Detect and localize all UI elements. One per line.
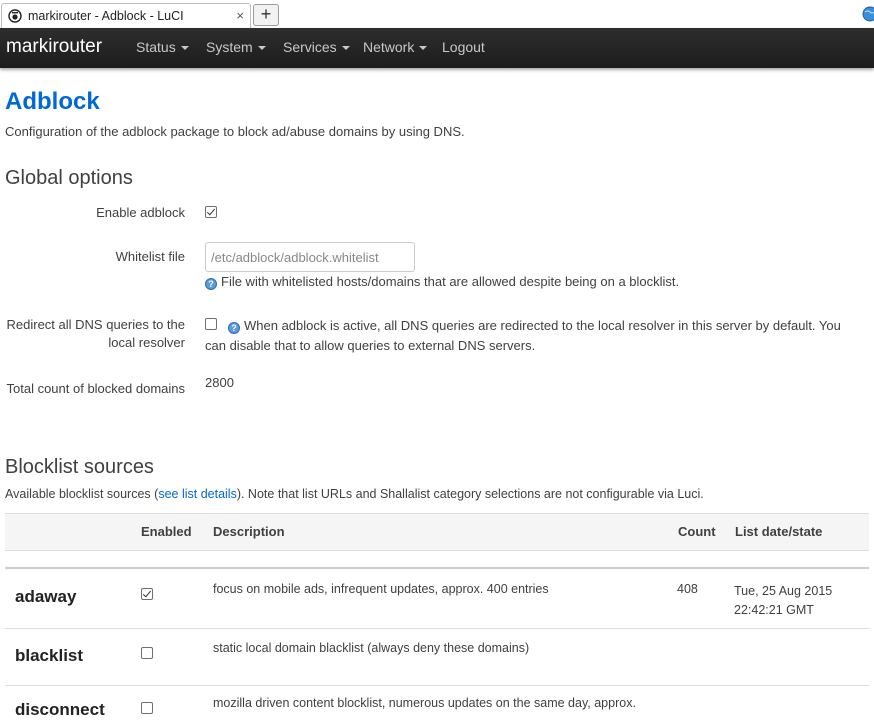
whitelist-help: ? File with whitelisted hosts/domains tha… xyxy=(205,272,679,292)
source-enabled-checkbox[interactable] xyxy=(141,588,153,600)
source-description: static local domain blacklist (always de… xyxy=(213,641,530,655)
row-divider xyxy=(5,567,869,569)
source-description: focus on mobile ads, infrequent updates,… xyxy=(213,582,549,596)
header-count: Count xyxy=(678,524,716,539)
table-header: Enabled Description Count List date/stat… xyxy=(5,513,869,551)
whitelist-file-label: Whitelist file xyxy=(115,249,185,264)
source-enabled-checkbox[interactable] xyxy=(141,647,153,659)
whitelist-file-input[interactable] xyxy=(205,242,415,272)
nav-services[interactable]: Services xyxy=(283,39,350,55)
enable-adblock-checkbox[interactable] xyxy=(205,206,217,218)
source-count: 408 xyxy=(677,582,698,596)
globe-icon[interactable] xyxy=(862,6,874,22)
luci-favicon-icon xyxy=(8,9,22,23)
see-list-details-link[interactable]: see list details xyxy=(158,487,237,501)
source-description: mozilla driven content blocklist, numero… xyxy=(213,696,636,710)
help-icon: ? xyxy=(205,278,217,290)
nav-logout[interactable]: Logout xyxy=(442,39,485,55)
blocked-count-value: 2800 xyxy=(205,375,234,390)
new-tab-button[interactable]: + xyxy=(253,4,279,26)
header-enabled: Enabled xyxy=(141,524,192,539)
source-name: adaway xyxy=(15,587,77,606)
source-name: disconnect xyxy=(15,700,105,719)
global-options-title: Global options xyxy=(5,167,133,189)
enable-adblock-label: Enable adblock xyxy=(96,205,185,220)
blocklist-sources-title: Blocklist sources xyxy=(5,456,154,478)
top-navbar: markirouter Status System Services Netwo… xyxy=(0,28,874,68)
tab-close-icon[interactable]: × xyxy=(236,8,244,23)
page-title: Adblock xyxy=(5,88,100,115)
browser-tab-strip: markirouter - Adblock - LuCI × + xyxy=(0,0,874,28)
blocklist-intro: Available blocklist sources (see list de… xyxy=(5,487,704,501)
header-list-state: List date/state xyxy=(735,524,823,539)
redirect-dns-help: ? When adblock is active, all DNS queries… xyxy=(205,318,841,353)
row-divider xyxy=(5,628,869,629)
row-divider xyxy=(5,685,869,686)
caret-down-icon xyxy=(341,46,350,50)
source-enabled-checkbox[interactable] xyxy=(141,702,153,714)
source-state: Tue, 25 Aug 2015 22:42:21 GMT xyxy=(734,584,833,617)
page-description: Configuration of the adblock package to … xyxy=(5,124,465,139)
browser-tab[interactable]: markirouter - Adblock - LuCI × xyxy=(1,3,251,28)
nav-system[interactable]: System xyxy=(206,39,266,55)
nav-status[interactable]: Status xyxy=(136,39,189,55)
caret-down-icon xyxy=(419,46,428,50)
caret-down-icon xyxy=(257,46,266,50)
source-name: blacklist xyxy=(15,646,84,665)
nav-network[interactable]: Network xyxy=(363,39,428,55)
brand-hostname[interactable]: markirouter xyxy=(6,36,102,58)
help-icon: ? xyxy=(228,322,240,334)
caret-down-icon xyxy=(180,46,189,50)
redirect-dns-label: Redirect all DNS queries to the local res… xyxy=(6,317,185,350)
browser-tab-title: markirouter - Adblock - LuCI xyxy=(28,9,184,23)
blocked-count-label: Total count of blocked domains xyxy=(6,381,186,396)
header-description: Description xyxy=(213,524,285,539)
